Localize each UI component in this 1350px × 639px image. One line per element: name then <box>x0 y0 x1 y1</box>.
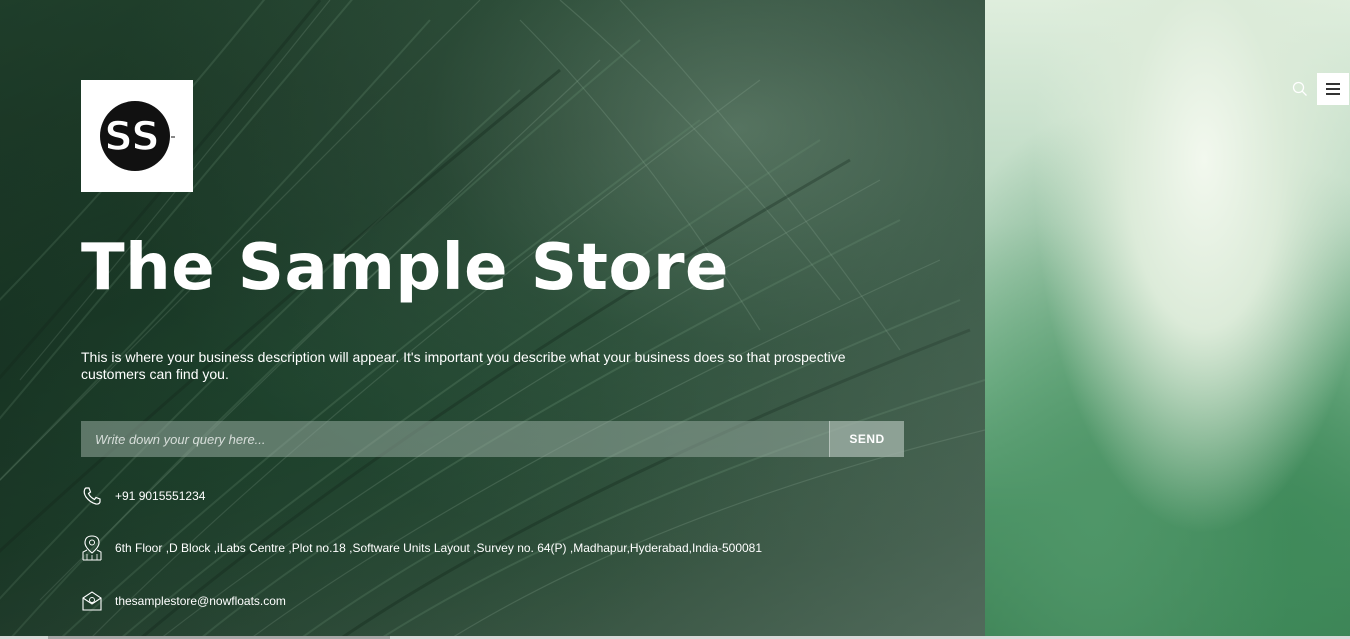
phone-icon <box>81 483 103 509</box>
logo-icon: SS <box>100 101 175 171</box>
location-icon <box>81 535 103 561</box>
email-link[interactable]: thesamplestore@nowfloats.com <box>115 594 286 608</box>
page: SS The Sample Store This is where your b… <box>0 0 1350 639</box>
top-icons <box>1287 73 1349 105</box>
side-background <box>985 0 1350 639</box>
email-row: thesamplestore@nowfloats.com <box>81 588 286 614</box>
send-button[interactable]: SEND <box>829 421 904 457</box>
query-form: SEND <box>81 421 904 457</box>
address-row: 6th Floor ,D Block ,iLabs Centre ,Plot n… <box>81 535 762 561</box>
search-icon <box>1292 81 1307 96</box>
phone-link[interactable]: +91 9015551234 <box>115 489 205 503</box>
search-button[interactable] <box>1287 73 1313 105</box>
logo[interactable]: SS <box>81 80 193 192</box>
page-title: The Sample Store <box>81 231 729 305</box>
logo-text: SS <box>104 114 160 160</box>
mail-icon <box>81 588 103 614</box>
phone-row: +91 9015551234 <box>81 483 205 509</box>
address-text: 6th Floor ,D Block ,iLabs Centre ,Plot n… <box>115 541 763 555</box>
query-input[interactable] <box>81 421 829 457</box>
menu-button[interactable] <box>1317 73 1349 105</box>
business-description: This is where your business description … <box>81 349 846 382</box>
hamburger-menu-icon <box>1326 83 1340 95</box>
